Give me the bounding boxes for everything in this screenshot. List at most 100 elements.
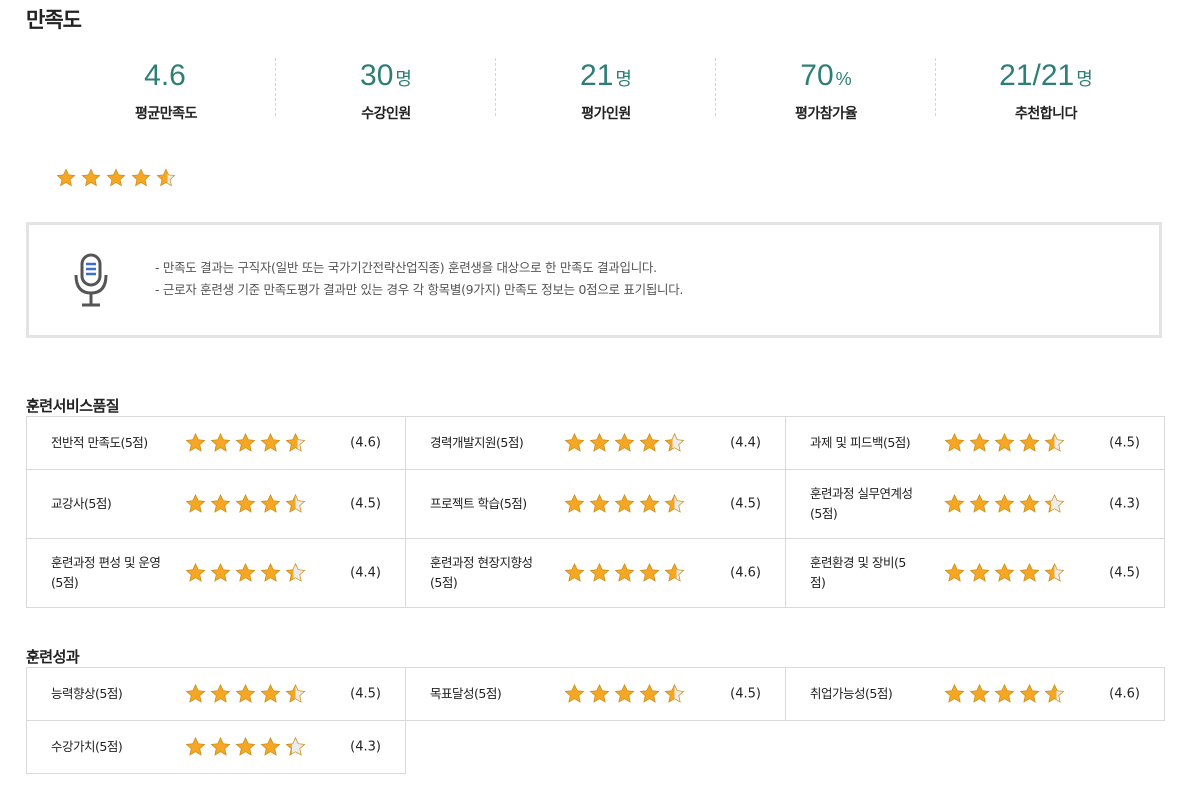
star-full-icon bbox=[944, 432, 965, 454]
star-full-icon bbox=[944, 683, 965, 705]
rating-score: (4.5) bbox=[730, 496, 761, 512]
rating-score: (4.3) bbox=[1109, 496, 1140, 512]
page-title: 만족도 bbox=[26, 8, 82, 32]
star-full-icon bbox=[969, 562, 990, 584]
rating-item: 프로젝트 학습(5점) (4.5) bbox=[406, 470, 786, 539]
rating-item: 훈련과정 실무연계성(5점) (4.3) bbox=[786, 470, 1165, 539]
star-full-icon bbox=[210, 493, 231, 515]
star-rating bbox=[564, 562, 685, 584]
notice-list: 만족도 결과는 구직자(일반 또는 국가기간전략산업직종) 훈련생을 대상으로 … bbox=[155, 257, 684, 301]
star-rating bbox=[185, 736, 306, 758]
rating-item-label: 프로젝트 학습(5점) bbox=[430, 496, 527, 511]
rating-item-label: 수강가치(5점) bbox=[51, 739, 123, 754]
rating-item-label: 목표달성(5점) bbox=[430, 686, 502, 701]
rating-item-label: 훈련과정 실무연계성(5점) bbox=[810, 486, 913, 521]
star-half-icon bbox=[1044, 562, 1065, 584]
star-full-icon bbox=[235, 493, 256, 515]
star-rating bbox=[564, 683, 685, 705]
rating-item: 수강가치(5점) (4.3) bbox=[27, 721, 406, 774]
rating-score: (4.5) bbox=[350, 496, 381, 512]
star-full-icon bbox=[260, 736, 281, 758]
star-full-icon bbox=[210, 432, 231, 454]
star-full-icon bbox=[185, 562, 206, 584]
star-full-icon bbox=[210, 736, 231, 758]
star-rating bbox=[185, 562, 306, 584]
star-full-icon bbox=[639, 432, 660, 454]
star-half-icon bbox=[1044, 493, 1065, 515]
stat-label: 평가인원 bbox=[581, 106, 631, 122]
rating-grid-service-quality: 전반적 만족도(5점) (4.6) 경력개발지원(5점) (4.4) 과제 및 피드백(… bbox=[26, 416, 1165, 608]
stat-label: 수강인원 bbox=[361, 106, 411, 122]
rating-item: 과제 및 피드백(5점) (4.5) bbox=[786, 417, 1165, 470]
rating-item: 취업가능성(5점) (4.6) bbox=[786, 668, 1165, 721]
notice-box: 만족도 결과는 구직자(일반 또는 국가기간전략산업직종) 훈련생을 대상으로 … bbox=[26, 222, 1162, 338]
star-half-icon bbox=[1044, 683, 1065, 705]
star-full-icon bbox=[210, 562, 231, 584]
stat-value: 70 bbox=[800, 59, 834, 92]
rating-score: (4.5) bbox=[1109, 565, 1140, 581]
stat-label: 추천합니다 bbox=[1015, 106, 1077, 122]
stat-participation-rate: 70% 평가참가율 bbox=[716, 58, 936, 122]
star-full-icon bbox=[235, 683, 256, 705]
rating-item: 전반적 만족도(5점) (4.6) bbox=[27, 417, 406, 470]
star-full-icon bbox=[994, 683, 1015, 705]
star-full-icon bbox=[131, 168, 151, 188]
star-rating bbox=[944, 683, 1065, 705]
star-full-icon bbox=[564, 683, 585, 705]
rating-item-label: 취업가능성(5점) bbox=[810, 686, 893, 701]
rating-score: (4.3) bbox=[350, 739, 381, 755]
star-full-icon bbox=[56, 168, 76, 188]
star-full-icon bbox=[639, 493, 660, 515]
rating-item-label: 과제 및 피드백(5점) bbox=[810, 435, 911, 450]
star-half-icon bbox=[664, 493, 685, 515]
star-half-icon bbox=[664, 432, 685, 454]
star-full-icon bbox=[1019, 562, 1040, 584]
stat-unit: 명 bbox=[1076, 69, 1093, 89]
star-half-icon bbox=[664, 562, 685, 584]
star-half-icon bbox=[285, 736, 306, 758]
star-full-icon bbox=[994, 493, 1015, 515]
star-full-icon bbox=[969, 432, 990, 454]
rating-item-label: 훈련환경 및 장비(5점) bbox=[810, 555, 906, 590]
star-full-icon bbox=[969, 683, 990, 705]
star-full-icon bbox=[614, 683, 635, 705]
rating-score: (4.6) bbox=[730, 565, 761, 581]
star-half-icon bbox=[285, 562, 306, 584]
star-half-icon bbox=[285, 683, 306, 705]
star-full-icon bbox=[614, 493, 635, 515]
star-half-icon bbox=[664, 683, 685, 705]
rating-item-label: 능력향상(5점) bbox=[51, 686, 123, 701]
star-rating bbox=[944, 432, 1065, 454]
star-half-icon bbox=[1044, 432, 1065, 454]
star-full-icon bbox=[944, 562, 965, 584]
stat-recommend: 21/21 명 추천합니다 bbox=[936, 58, 1156, 122]
rating-item: 목표달성(5점) (4.5) bbox=[406, 668, 786, 721]
star-full-icon bbox=[944, 493, 965, 515]
rating-item: 능력향상(5점) (4.5) bbox=[27, 668, 406, 721]
stat-label: 평가참가율 bbox=[795, 106, 857, 122]
stat-label: 평균만족도 bbox=[135, 106, 197, 122]
star-full-icon bbox=[639, 562, 660, 584]
stat-enrolled: 30 명 수강인원 bbox=[276, 58, 496, 122]
notice-line: 근로자 훈련생 기준 만족도평가 결과만 있는 경우 각 항목별(9가지) 만족… bbox=[155, 279, 684, 301]
empty-cell bbox=[406, 721, 786, 774]
rating-score: (4.6) bbox=[1109, 686, 1140, 702]
star-full-icon bbox=[260, 562, 281, 584]
star-full-icon bbox=[210, 683, 231, 705]
star-full-icon bbox=[994, 562, 1015, 584]
star-full-icon bbox=[106, 168, 126, 188]
star-full-icon bbox=[639, 683, 660, 705]
section-title-training-outcome: 훈련성과 bbox=[26, 648, 80, 666]
star-full-icon bbox=[260, 493, 281, 515]
rating-item-label: 훈련과정 현장지향성(5점) bbox=[430, 555, 533, 590]
star-full-icon bbox=[260, 683, 281, 705]
rating-grid-training-outcome: 능력향상(5점) (4.5) 목표달성(5점) (4.5) 취업가능성(5점) (4.6)… bbox=[26, 667, 1165, 774]
star-full-icon bbox=[994, 432, 1015, 454]
star-full-icon bbox=[1019, 432, 1040, 454]
stat-unit: 명 bbox=[395, 69, 412, 89]
rating-item: 훈련과정 현장지향성(5점) (4.6) bbox=[406, 539, 786, 608]
rating-score: (4.6) bbox=[350, 435, 381, 451]
star-rating bbox=[944, 562, 1065, 584]
star-rating bbox=[564, 432, 685, 454]
overall-star-rating bbox=[56, 168, 176, 188]
